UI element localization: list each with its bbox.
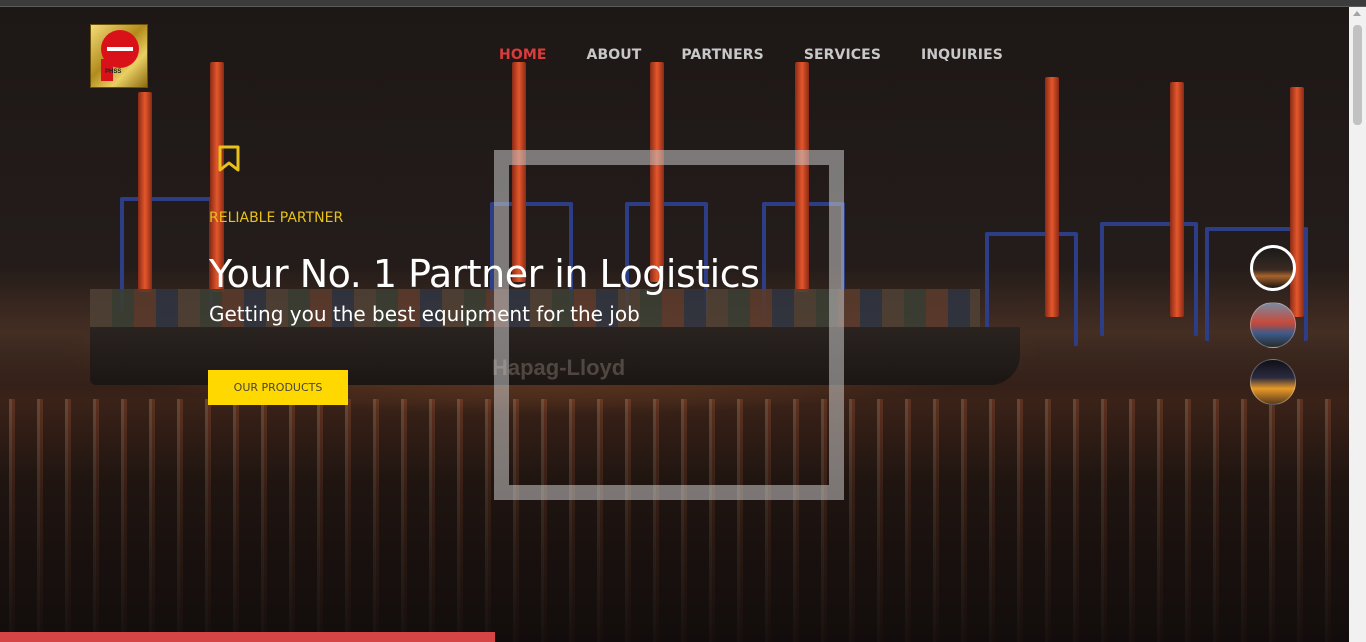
slide-thumbnail-1[interactable]	[1250, 245, 1296, 291]
main-nav: HOME ABOUT PARTNERS SERVICES INQUIRIES	[499, 47, 1003, 63]
crane	[1170, 82, 1184, 317]
bookmark-icon	[218, 145, 240, 172]
hero-subline: Getting you the best equipment for the j…	[209, 302, 640, 326]
page-scrollbar[interactable]	[1349, 7, 1366, 642]
hero-headline: Your No. 1 Partner in Logistics	[209, 252, 760, 296]
nav-home[interactable]: HOME	[499, 47, 547, 63]
slide-thumbnail-3[interactable]	[1250, 359, 1296, 405]
bottom-accent-bar	[0, 632, 495, 642]
nav-about[interactable]: ABOUT	[587, 47, 642, 63]
scrollbar-thumb[interactable]	[1353, 25, 1362, 125]
nav-partners[interactable]: PARTNERS	[681, 47, 763, 63]
scroll-up-arrow-icon[interactable]	[1353, 11, 1361, 16]
our-products-button[interactable]: OUR PRODUCTS	[208, 370, 348, 405]
crane	[138, 92, 152, 292]
slide-thumbnail-2[interactable]	[1250, 302, 1296, 348]
nav-inquiries[interactable]: INQUIRIES	[921, 47, 1003, 63]
crane	[1045, 77, 1059, 317]
logo-text: PHSS	[105, 69, 122, 75]
hero-section: Hapag-Lloyd PHSS HOME ABOUT PARTNERS SER…	[0, 7, 1349, 642]
logo-mark	[101, 30, 139, 68]
nav-services[interactable]: SERVICES	[804, 47, 881, 63]
brand-logo[interactable]: PHSS	[90, 24, 148, 88]
crane	[1290, 87, 1304, 317]
hero-eyebrow: RELIABLE PARTNER	[209, 210, 344, 226]
browser-top-edge	[0, 0, 1366, 7]
